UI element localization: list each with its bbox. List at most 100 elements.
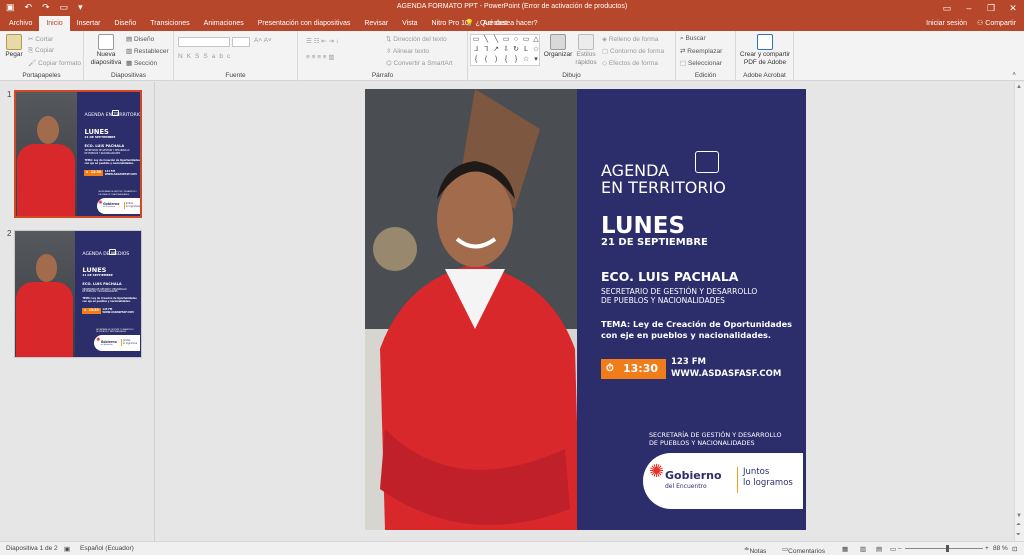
logo-main-text: Gobierno [665,469,722,482]
speaker-name[interactable]: ECO. LUIS PACHALA [601,269,738,284]
slide-sorter-icon[interactable]: ▥ [860,545,866,553]
day-label[interactable]: LUNES [601,213,685,239]
previous-slide-icon[interactable]: ⏶ [1016,522,1021,529]
speaker-name: ECO. LUIS PACHALA [84,144,125,149]
quick-styles-button[interactable]: Estilos rápidos [574,34,598,67]
next-slide-icon[interactable]: ⏷ [1016,532,1021,539]
bold-button[interactable]: N [178,53,187,60]
scroll-up-icon[interactable]: ▲ [1016,84,1022,90]
font-family-select[interactable] [178,37,230,47]
vertical-scrollbar[interactable]: ▲ ▼ ⏶ ⏷ [1014,82,1024,541]
zoom-level[interactable]: 88 % [993,545,1008,552]
smartart-button[interactable]: ⌬ Convertir a SmartArt [386,59,453,67]
tab-revisar[interactable]: Revisar [357,16,395,31]
clear-format-button[interactable]: abc [212,53,234,60]
font-group: A˄ A˅ NKSSabc Fuente [174,31,298,81]
thumbnail-photo [15,231,78,357]
paste-button[interactable]: Pegar [3,34,25,59]
strikethrough-button[interactable]: S [203,53,211,60]
language-indicator[interactable]: Español (Ecuador) [80,545,134,552]
replace-button[interactable]: ⇄ Reemplazar [680,47,722,55]
italic-button[interactable]: K [187,53,195,60]
tab-transiciones[interactable]: Transiciones [143,16,196,31]
reset-button[interactable]: ▥ Restablecer [126,47,169,55]
date-label[interactable]: 21 DE SEPTIEMBRE [601,237,708,248]
reading-view-icon[interactable]: ▤ [876,545,882,553]
close-icon[interactable]: ✕ [1002,0,1024,16]
tab-vista[interactable]: Vista [395,16,424,31]
slideshow-icon[interactable]: ▭ [890,545,896,553]
minimize-icon[interactable]: – [958,0,980,16]
text-direction-label: Dirección del texto [393,36,447,43]
agenda-heading-line1: AGENDA DE MEDIOS [82,251,130,257]
layout-button[interactable]: ▤ Diseño [126,35,154,43]
thumbnail-number: 2 [7,229,12,238]
maximize-icon[interactable]: ❐ [980,0,1002,16]
ribbon-options-icon[interactable]: ▭ [936,0,958,16]
select-button[interactable]: ⬚ Seleccionar [680,59,722,67]
share-button[interactable]: ⚇ Compartir [977,16,1016,31]
tab-archivo[interactable]: Archivo [2,16,39,31]
logo-slogan-line2: lo logramos [125,204,141,208]
normal-view-icon[interactable]: ▦ [842,545,848,553]
arrange-button[interactable]: Organizar [542,34,574,59]
align-buttons[interactable]: ≡ ≡ ≡ ≡ ▥ [306,53,335,61]
list-buttons[interactable]: ☰ ☷ ⇤ ⇥ ↕ [306,37,339,45]
tab-inicio[interactable]: Inicio [39,16,70,31]
current-slide[interactable]: AGENDA EN TERRITORIO LUNES 21 DE SEPTIEMBRE… [365,89,806,530]
copy-button[interactable]: ⎘ Copiar [28,47,54,55]
notes-button[interactable]: ≐ Notas [744,545,766,555]
shape-effects-button[interactable]: ◇ Efectos de forma [602,59,658,67]
section-button[interactable]: ▦ Sección [126,59,157,67]
text-direction-button[interactable]: ⇅ Dirección del texto [386,35,447,43]
shape-fill-button[interactable]: ◈ Relleno de forma [602,35,658,43]
zoom-slider[interactable] [905,548,983,549]
create-pdf-button[interactable]: Crear y compartir PDF de Adobe [738,34,792,67]
signin-link[interactable]: Iniciar sesión [926,16,967,31]
speaker-role-line2[interactable]: DE PUEBLOS Y NACIONALIDADES [601,296,725,305]
scroll-down-icon[interactable]: ▼ [1016,513,1022,519]
government-logo: ✺ Gobierno del Encuentro Juntos lo logramos [96,197,141,214]
website-url[interactable]: WWW.ASDASFASF.COM [671,369,781,379]
new-slide-icon [98,34,114,50]
spellcheck-icon[interactable]: ▣ [64,545,70,553]
font-size-select[interactable] [232,37,250,47]
topic-line2[interactable]: con eje en pueblos y nacionalidades. [601,330,771,340]
comments-button[interactable]: ▭ Comentarios [782,545,825,555]
topic-line2: con eje en pueblos y nacionalidades. [84,161,134,165]
tell-me-box[interactable]: 💡 ¿Qué desea hacer? [465,16,538,31]
topic-line1[interactable]: TEMA: Ley de Creación de Oportunidades [601,319,792,329]
align-text-button[interactable]: ⇳ Alinear texto [386,47,429,55]
collapse-ribbon-icon[interactable]: ˄ [1012,71,1016,78]
slide-counter: Diapositiva 1 de 2 [6,545,58,552]
speaker-role-line2: DE PUEBLOS Y NACIONALIDADES [82,290,118,294]
secretariat-line1[interactable]: SECRETARÍA DE GESTIÓN Y DESARROLLO [649,431,781,439]
tab-presentación-con-diapositivas[interactable]: Presentación con diapositivas [251,16,358,31]
time-label: 13:30 [623,362,659,375]
speaker-role-line1[interactable]: SECRETARIO DE GESTIÓN Y DESARROLLO [601,287,757,296]
format-painter-button[interactable]: 🖌 Copiar formato [28,59,81,67]
secretariat-line2[interactable]: DE PUEBLOS Y NACIONALIDADES [649,439,755,447]
ribbon-tabs: Archivo Inicio Insertar Diseño Transiciones A… [2,16,514,31]
tab-insertar[interactable]: Insertar [70,16,108,31]
clipboard-group-label: Portapapeles [22,72,61,79]
radio-frequency[interactable]: 123 FM [671,357,706,367]
zoom-in-icon[interactable]: + [985,545,989,552]
shapes-gallery[interactable]: ▭ ╲ ╲ ▭ ○ ▭ △ ᒧ ᒣ ↗ ⇩ ↻ ᒪ ☆ {(){} ☆ ▾ [470,34,540,66]
shape-outline-button[interactable]: ▢ Contorno de forma [602,47,664,55]
slide-editor-canvas[interactable]: AGENDA EN TERRITORIO LUNES 21 DE SEPTIEMBRE… [156,82,1014,541]
agenda-heading-line2[interactable]: EN TERRITORIO [601,178,726,197]
tab-diseño[interactable]: Diseño [107,16,143,31]
slide-thumbnail-2[interactable]: AGENDA DE MEDIOS LUNES 21 DE SEPTIEMBRE ECO… [14,230,142,358]
grow-font-icon[interactable]: A˄ A˅ [254,37,272,44]
cut-button[interactable]: ✂ Cortar [28,35,53,43]
fit-slide-icon[interactable]: ⊡ [1012,545,1017,553]
new-slide-button[interactable]: Nueva diapositiva [88,34,124,67]
zoom-slider-thumb[interactable] [946,545,949,552]
slide-thumbnail-1[interactable]: AGENDA EN TERRITORIO LUNES 21 DE SEPTIEMBR… [14,90,142,218]
zoom-out-icon[interactable]: – [898,545,902,552]
tab-animaciones[interactable]: Animaciones [197,16,251,31]
thumbnail-photo [16,92,80,216]
find-button[interactable]: ⌕ Buscar [680,35,706,43]
align-text-label: Alinear texto [392,48,430,55]
